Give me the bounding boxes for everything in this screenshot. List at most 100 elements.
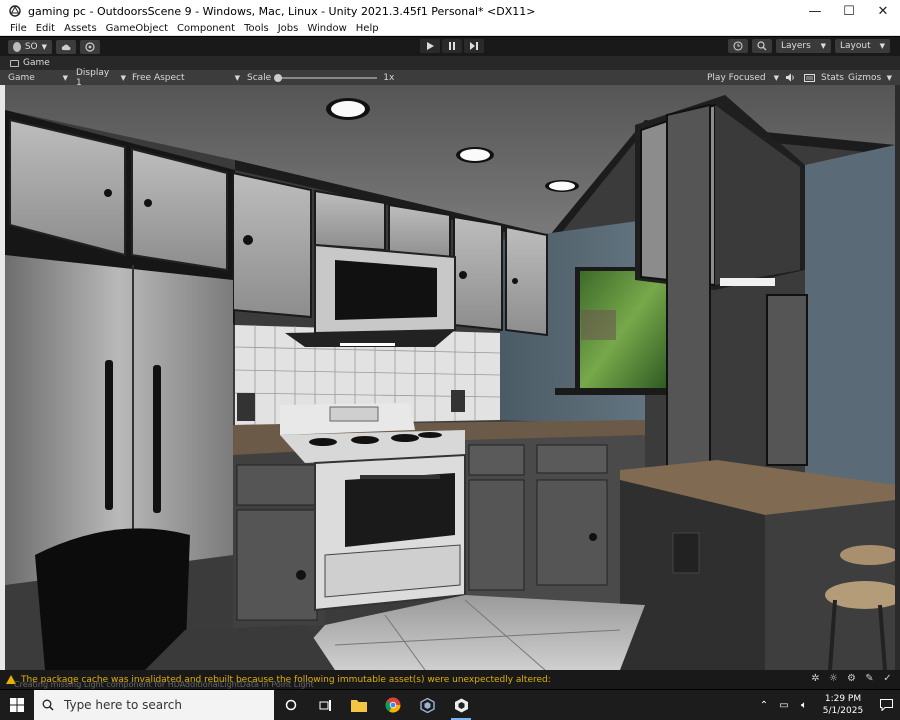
network-icon[interactable]: ▭ [776, 697, 792, 713]
menu-window[interactable]: Window [307, 23, 346, 34]
scale-slider[interactable] [274, 73, 378, 82]
status-previous-message: Creating missing Light component for HDA… [14, 680, 314, 689]
chevron-down-icon: ▼ [886, 73, 892, 82]
step-button[interactable] [464, 39, 484, 53]
game-view-controls: Game ▼ Display 1 ▼ Free Aspect ▼ Scale 1… [0, 68, 900, 88]
game-tab-bar: Game [0, 56, 900, 70]
game-mode-label: Game [8, 72, 35, 83]
cloud-icon [61, 44, 71, 50]
chevron-down-icon: ▼ [879, 42, 885, 50]
menu-edit[interactable]: Edit [36, 23, 55, 34]
chevron-down-icon: ▼ [120, 73, 126, 82]
lighting-icon[interactable]: ☼ [827, 672, 840, 685]
close-button[interactable]: ✕ [866, 0, 900, 22]
scale-value: 1x [383, 72, 395, 83]
menu-jobs[interactable]: Jobs [278, 23, 299, 34]
taskbar-unity-hub[interactable] [410, 690, 444, 720]
taskbar-chrome[interactable] [376, 690, 410, 720]
history-button[interactable] [728, 39, 748, 53]
cloud-button[interactable] [56, 39, 76, 54]
tab-game[interactable]: Game [10, 58, 50, 68]
chevron-down-icon: ▼ [62, 73, 68, 82]
game-view-icon [10, 59, 19, 67]
game-mode-dropdown[interactable]: Game ▼ [8, 70, 68, 85]
menu-assets[interactable]: Assets [64, 23, 97, 34]
task-view-icon [319, 699, 331, 711]
account-dropdown[interactable]: SO ▼ [8, 39, 52, 54]
menu-component[interactable]: Component [177, 23, 235, 34]
menu-help[interactable]: Help [356, 23, 379, 34]
pause-button[interactable] [442, 39, 462, 53]
search-icon [42, 699, 54, 711]
cortana-button[interactable] [274, 690, 308, 720]
maximize-button[interactable]: ☐ [832, 0, 866, 22]
task-view-button[interactable] [308, 690, 342, 720]
scale-slider-handle[interactable] [274, 73, 283, 82]
minimize-button[interactable]: — [798, 0, 832, 22]
unity-logo-icon [8, 4, 22, 18]
windows-taskbar: Type here to search ⌃ ▭ 🔈︎ 1:29 PM 5/1/2… [0, 690, 900, 720]
speaker-icon [786, 73, 794, 82]
keyboard-shortcuts-button[interactable] [804, 70, 815, 85]
play-focused-dropdown[interactable]: Play Focused ▼ [707, 70, 779, 85]
window-title: gaming pc - OutdoorsScene 9 - Windows, M… [28, 4, 536, 18]
folder-icon [351, 699, 367, 712]
tab-game-label: Game [23, 58, 50, 68]
avatar [13, 41, 21, 52]
menu-file[interactable]: File [10, 23, 27, 34]
aspect-dropdown[interactable]: Free Aspect ▼ [132, 70, 240, 85]
debug-icon[interactable]: ✲ [809, 672, 822, 685]
taskbar-clock[interactable]: 1:29 PM 5/1/2025 [814, 693, 872, 717]
search-button[interactable] [752, 39, 772, 53]
step-icon [470, 42, 478, 50]
play-button[interactable] [420, 39, 440, 53]
stats-toggle[interactable]: Stats [821, 70, 844, 85]
chevron-down-icon: ▼ [773, 73, 779, 82]
layout-label: Layout [840, 41, 871, 51]
play-icon [427, 42, 434, 50]
unity-hub-icon [419, 697, 435, 713]
console-status-bar[interactable]: The package cache was invalidated and re… [0, 670, 900, 689]
layers-dropdown[interactable]: Layers ▼ [776, 39, 831, 53]
unity-icon [454, 698, 468, 712]
volume-icon[interactable]: 🔈︎ [796, 697, 812, 713]
mute-audio-button[interactable] [786, 70, 796, 85]
menu-tools[interactable]: Tools [244, 23, 269, 34]
windows-logo-icon [10, 698, 24, 712]
clock-date: 5/1/2025 [822, 706, 864, 716]
taskbar-search-input[interactable]: Type here to search [34, 690, 274, 720]
play-controls [418, 39, 484, 53]
play-focused-label: Play Focused [707, 72, 766, 83]
notification-icon [879, 699, 893, 711]
progress-icon[interactable]: ⚙ [845, 672, 858, 685]
scale-control: Scale 1x [247, 70, 394, 85]
account-label: SO [24, 41, 38, 52]
menu-gameobject[interactable]: GameObject [106, 23, 168, 34]
clock-time: 1:29 PM [824, 694, 862, 704]
window-titlebar: gaming pc - OutdoorsScene 9 - Windows, M… [0, 0, 900, 22]
gizmos-dropdown[interactable]: Gizmos ▼ [848, 70, 892, 85]
layers-label: Layers [781, 41, 811, 51]
stats-label: Stats [821, 72, 844, 83]
taskbar-unity-editor[interactable] [444, 690, 478, 720]
chevron-down-icon: ▼ [41, 42, 47, 51]
notifications-button[interactable] [872, 699, 900, 711]
cortana-icon [285, 699, 297, 711]
chevron-up-icon[interactable]: ⌃ [756, 697, 772, 713]
check-icon[interactable]: ✓ [881, 672, 894, 685]
chevron-down-icon: ▼ [820, 42, 826, 50]
search-icon [757, 41, 767, 51]
aspect-label: Free Aspect [132, 72, 185, 83]
layout-dropdown[interactable]: Layout ▼ [835, 39, 890, 53]
game-viewport[interactable] [5, 85, 895, 670]
collab-icon [85, 41, 95, 52]
start-button[interactable] [0, 690, 34, 720]
taskbar-file-explorer[interactable] [342, 690, 376, 720]
system-tray: ⌃ ▭ 🔈︎ 1:29 PM 5/1/2025 [754, 690, 900, 720]
history-icon [733, 41, 743, 51]
chrome-icon [385, 697, 401, 713]
collab-button[interactable] [80, 39, 100, 54]
display-dropdown[interactable]: Display 1 ▼ [76, 68, 126, 88]
chevron-down-icon: ▼ [234, 73, 240, 82]
shader-icon[interactable]: ✎ [863, 672, 876, 685]
